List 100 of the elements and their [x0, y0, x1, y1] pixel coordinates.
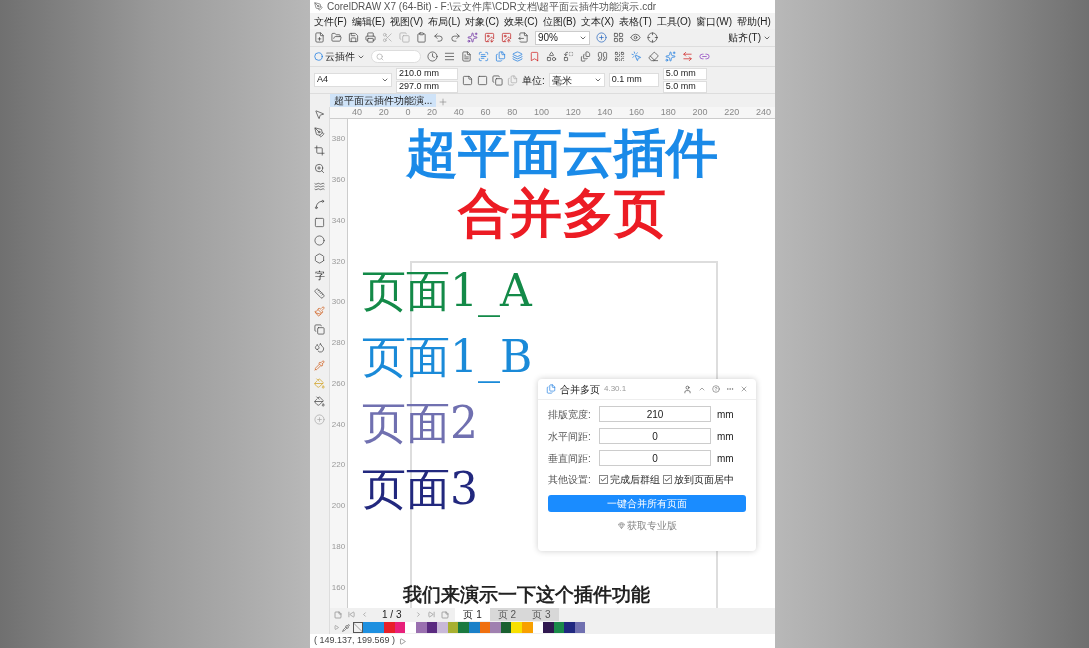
redo-icon[interactable]	[450, 32, 461, 43]
select-icon[interactable]	[631, 51, 642, 62]
eyedropper-icon[interactable]	[342, 623, 350, 632]
menu-item[interactable]: 效果(C)	[503, 13, 538, 29]
color-swatch[interactable]	[532, 622, 544, 633]
color-swatch[interactable]	[468, 622, 480, 633]
page-size-field[interactable]: A4	[314, 73, 392, 87]
save-icon[interactable]	[348, 32, 359, 43]
print-icon[interactable]	[365, 32, 376, 43]
search-field[interactable]	[371, 50, 421, 63]
menu-item[interactable]: 位图(B)	[542, 13, 576, 29]
new-file-icon[interactable]	[314, 32, 325, 43]
page-tab[interactable]: 页 2	[489, 608, 525, 621]
color-swatch[interactable]	[405, 622, 416, 633]
folder-icon[interactable]	[331, 32, 342, 43]
zoom-icon[interactable]	[596, 32, 607, 43]
option-label[interactable]: 放到页面居中	[674, 472, 734, 487]
number-field[interactable]: 210	[599, 406, 711, 422]
rectangle-icon[interactable]	[314, 217, 325, 228]
scan-text-icon[interactable]	[478, 51, 489, 62]
menu-item[interactable]: 窗口(W)	[696, 13, 733, 29]
palette-menu-icon[interactable]	[334, 625, 339, 630]
previous-page-icon[interactable]	[361, 611, 368, 618]
color-swatch[interactable]	[490, 622, 501, 633]
nudge-field[interactable]: 0.1 mm	[608, 73, 659, 87]
menu-item[interactable]: 视图(V)	[389, 13, 424, 29]
page-tab[interactable]: 页 1	[455, 608, 490, 621]
checkbox[interactable]	[663, 475, 672, 484]
paste-icon[interactable]	[416, 32, 427, 43]
document-tab[interactable]: 超平面云插件功能演...	[330, 94, 437, 107]
color-swatch[interactable]	[394, 622, 406, 633]
replace-icon[interactable]	[563, 51, 574, 62]
menu-item[interactable]: 编辑(E)	[351, 13, 385, 29]
color-swatch[interactable]	[543, 622, 554, 633]
menu-item[interactable]: 表格(T)	[619, 13, 652, 29]
add-tool-icon[interactable]	[314, 414, 325, 425]
menu-item[interactable]: 文本(X)	[580, 13, 615, 29]
freehand-icon[interactable]	[314, 181, 325, 192]
pointer-icon[interactable]	[314, 109, 325, 120]
duplicate-y-field[interactable]: 5.0 mm	[662, 80, 707, 93]
number-field[interactable]: 0	[599, 450, 711, 466]
shapes-icon[interactable]	[546, 51, 557, 62]
layout-icon[interactable]	[613, 32, 624, 43]
link-icon[interactable]	[699, 51, 710, 62]
option-label[interactable]: 完成后群组	[610, 472, 660, 487]
sparkle-icon[interactable]	[467, 32, 478, 43]
collapse-icon[interactable]	[698, 385, 706, 393]
color-swatch[interactable]	[500, 622, 512, 633]
width-field[interactable]: 210.0 mm	[396, 67, 458, 80]
fill-icon[interactable]	[314, 378, 325, 389]
color-swatch[interactable]	[447, 622, 459, 633]
status-menu-icon[interactable]	[399, 637, 407, 645]
plugin-menu[interactable]: 云插件	[314, 49, 365, 64]
droplets-icon[interactable]	[314, 342, 325, 353]
text-tool[interactable]: 字	[314, 271, 325, 281]
all-pages-icon[interactable]	[492, 74, 503, 86]
color-swatch[interactable]	[437, 622, 448, 633]
sparkle-icon[interactable]	[665, 51, 676, 62]
menu-item[interactable]: 帮助(H)	[736, 13, 771, 29]
landscape-icon[interactable]	[477, 74, 488, 86]
first-page-icon[interactable]	[348, 611, 355, 618]
shadow-icon[interactable]	[314, 324, 325, 335]
add-page-icon[interactable]	[441, 610, 450, 619]
portrait-icon[interactable]	[462, 74, 473, 86]
snap-menu[interactable]: 贴齐(T)	[728, 30, 771, 45]
ruler-icon[interactable]	[314, 288, 325, 299]
last-page-icon[interactable]	[428, 611, 436, 618]
eraser-icon[interactable]	[648, 51, 659, 62]
crop-icon[interactable]	[314, 145, 325, 156]
pages-icon[interactable]	[495, 51, 506, 62]
export-icon[interactable]	[501, 32, 512, 43]
add-page-icon[interactable]	[334, 610, 342, 619]
color-swatch[interactable]	[553, 622, 565, 633]
color-swatch[interactable]	[363, 622, 374, 633]
height-field[interactable]: 297.0 mm	[396, 80, 458, 93]
qr-code-icon[interactable]	[614, 51, 625, 62]
guides-icon[interactable]	[647, 32, 658, 43]
eyedropper-icon[interactable]	[314, 360, 325, 371]
duplicate-x-field[interactable]: 5.0 mm	[662, 67, 707, 80]
checkbox[interactable]	[599, 475, 608, 484]
curve-icon[interactable]	[314, 199, 325, 210]
next-page-icon[interactable]	[415, 611, 423, 618]
fill-icon[interactable]	[314, 396, 325, 407]
color-swatch[interactable]	[564, 622, 575, 633]
color-swatch[interactable]	[511, 622, 522, 633]
swap-icon[interactable]	[682, 51, 693, 62]
add-tab-icon[interactable]	[438, 97, 449, 107]
color-swatch[interactable]	[426, 622, 438, 633]
menu-item[interactable]: 布局(L)	[428, 13, 461, 29]
menu-item[interactable]: 文件(F)	[314, 13, 347, 29]
avatar-icon[interactable]	[683, 384, 692, 394]
menu-item[interactable]: 工具(O)	[656, 13, 692, 29]
history-icon[interactable]	[427, 51, 438, 62]
list-icon[interactable]	[444, 51, 455, 62]
upgrade-link[interactable]: 获取专业版	[617, 518, 677, 533]
no-color-swatch[interactable]	[353, 622, 363, 633]
bookmark-icon[interactable]	[529, 51, 540, 62]
brush-icon[interactable]	[314, 306, 325, 317]
layers-icon[interactable]	[512, 51, 523, 62]
import-icon[interactable]	[484, 32, 495, 43]
